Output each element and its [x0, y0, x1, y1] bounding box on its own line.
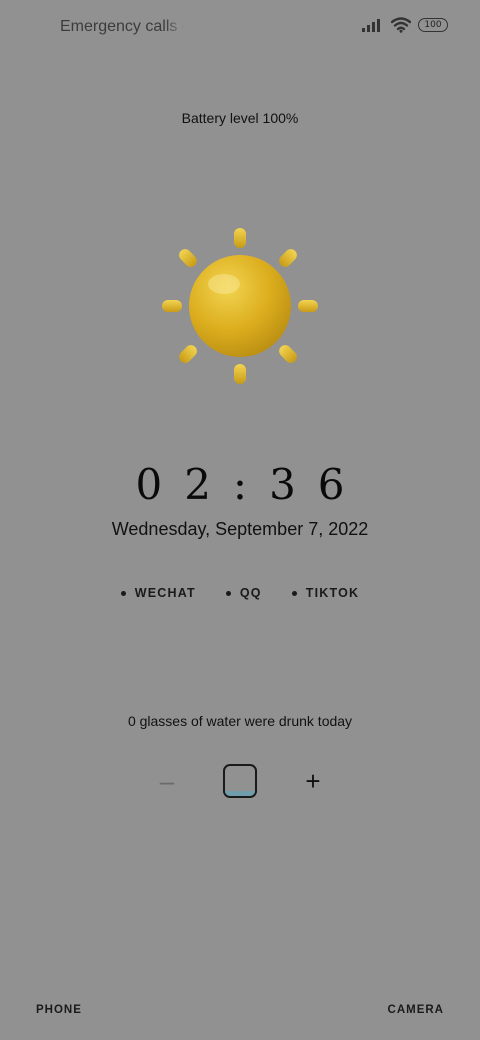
app-label: QQ	[239, 586, 262, 600]
bullet-dot	[291, 590, 297, 596]
battery-level-text: Battery level 100%	[181, 110, 299, 126]
bullet-dot	[120, 590, 126, 596]
camera-shortcut-button[interactable]: CAMERA	[388, 1004, 444, 1016]
app-shortcuts: WECHAT QQ TIKTOK	[0, 586, 480, 600]
water-controls: – +	[0, 764, 480, 798]
bullet-dot	[225, 590, 231, 596]
signal-icon	[362, 19, 380, 32]
app-label: WECHAT	[134, 586, 196, 600]
sun-icon	[160, 226, 320, 386]
glass-water-fill	[225, 791, 255, 796]
decrease-water-button[interactable]: –	[155, 768, 179, 794]
glass-icon	[223, 764, 257, 798]
wifi-icon	[391, 17, 411, 33]
lockscreen-clock: 02:36	[135, 460, 367, 509]
increase-water-button[interactable]: +	[301, 768, 325, 794]
app-shortcut-tiktok[interactable]: TIKTOK	[291, 586, 360, 600]
app-shortcut-wechat[interactable]: WECHAT	[120, 586, 196, 600]
phone-shortcut-button[interactable]: PHONE	[36, 1004, 82, 1016]
status-icons: 100	[362, 17, 448, 33]
battery-icon: 100	[418, 18, 448, 32]
carrier-status-text: Emergency calls only	[60, 18, 184, 35]
app-shortcut-qq[interactable]: QQ	[225, 586, 262, 600]
water-count-text: 0 glasses of water were drunk today	[127, 713, 353, 729]
app-label: TIKTOK	[305, 586, 360, 600]
lockscreen-date: Wednesday, September 7, 2022	[111, 519, 369, 539]
